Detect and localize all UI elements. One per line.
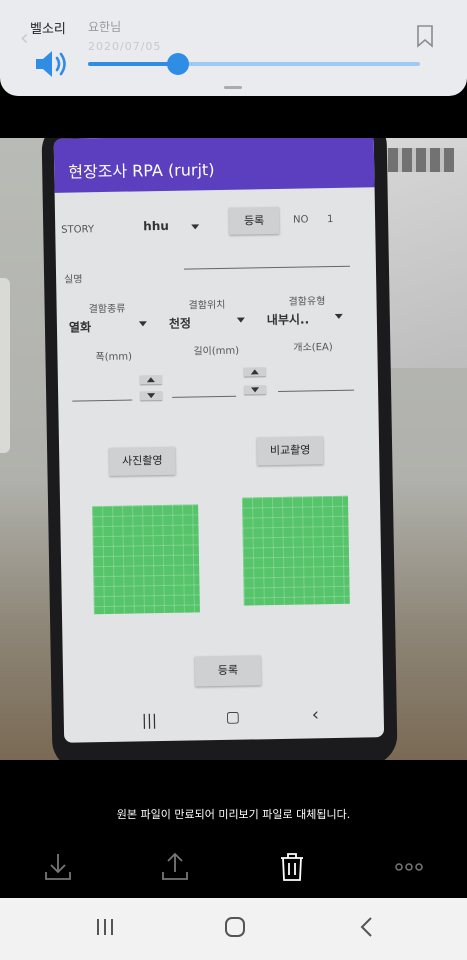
phone-screen: 현장조사 RPA (rurjt) STORY hhu 등록 NO 1 실명 결함…: [53, 138, 385, 743]
recents-icon[interactable]: [94, 916, 116, 938]
phone-nav-bar: ||| ▢ ‹: [64, 697, 385, 743]
defect-type-dropdown-icon[interactable]: [138, 321, 147, 327]
back-arrow-icon[interactable]: ‹: [20, 26, 29, 51]
share-icon[interactable]: [157, 850, 193, 884]
system-nav-bar: [0, 898, 467, 960]
photo-preview-image: [92, 504, 200, 615]
compare-preview-image: [241, 495, 350, 606]
bookmark-icon[interactable]: [416, 24, 434, 48]
register-button[interactable]: 등록: [228, 206, 280, 235]
phone-in-photo: 현장조사 RPA (rurjt) STORY hhu 등록 NO 1 실명 결함…: [41, 138, 398, 760]
defect-location-value[interactable]: 천정: [169, 314, 191, 331]
panel-drag-handle[interactable]: [224, 86, 242, 89]
background-object: [0, 278, 10, 453]
defect-location-label: 결함위치: [188, 299, 226, 312]
phone-home-icon: ▢: [225, 707, 241, 726]
no-label: NO: [293, 214, 309, 226]
width-decrement-button[interactable]: [140, 390, 163, 401]
defect-location-dropdown-icon[interactable]: [236, 317, 245, 323]
volume-slider-thumb[interactable]: [166, 53, 189, 75]
name-label: 실명: [64, 274, 83, 286]
width-increment-button[interactable]: [139, 374, 162, 385]
photo-preview: 현장조사 RPA (rurjt) STORY hhu 등록 NO 1 실명 결함…: [0, 138, 467, 760]
defect-type-value[interactable]: 열화: [69, 318, 91, 335]
more-icon[interactable]: [392, 850, 428, 884]
download-icon[interactable]: [40, 850, 76, 884]
app-title: 현장조사 RPA (rurjt): [68, 160, 215, 182]
compare-capture-button[interactable]: 비교촬영: [256, 436, 324, 466]
count-label: 개소(EA): [293, 342, 333, 354]
volume-panel: ‹ 벨소리 요한님 2020/07/05: [0, 0, 467, 96]
name-input[interactable]: [183, 265, 350, 270]
phone-back-icon: ‹: [311, 704, 320, 726]
no-value: 1: [327, 213, 334, 226]
defect-kind-value[interactable]: 내부시..: [267, 310, 310, 328]
defect-type-label: 결함종류: [88, 303, 126, 316]
phone-recents-icon: |||: [141, 711, 158, 730]
sender-name: 요한님: [88, 20, 122, 34]
photo-date: 2020/07/05: [88, 40, 162, 53]
photo-capture-button[interactable]: 사진촬영: [109, 446, 176, 476]
width-label: 폭(mm): [95, 351, 133, 364]
volume-stream-label: 벨소리: [30, 22, 66, 37]
home-icon[interactable]: [224, 916, 246, 938]
preview-notice: 원본 파일이 만료되어 미리보기 파일로 대체됩니다.: [116, 808, 351, 821]
defect-kind-dropdown-icon[interactable]: [334, 313, 343, 319]
defect-kind-label: 결함유형: [288, 296, 326, 308]
story-value[interactable]: hhu: [143, 219, 169, 233]
count-input[interactable]: [278, 389, 355, 392]
back-icon[interactable]: [356, 916, 378, 938]
length-increment-button[interactable]: [243, 367, 266, 377]
story-dropdown-icon[interactable]: [191, 224, 200, 230]
app-bar: 현장조사 RPA (rurjt): [53, 138, 375, 193]
width-input[interactable]: [72, 399, 133, 402]
story-label: STORY: [61, 224, 95, 236]
delete-icon[interactable]: [274, 850, 310, 884]
length-input[interactable]: [172, 395, 237, 398]
speaker-icon[interactable]: [34, 48, 70, 80]
bottom-register-button[interactable]: 등록: [194, 655, 262, 687]
length-label: 길이(mm): [193, 345, 240, 358]
length-decrement-button[interactable]: [244, 385, 267, 395]
volume-slider-fill: [88, 62, 178, 66]
